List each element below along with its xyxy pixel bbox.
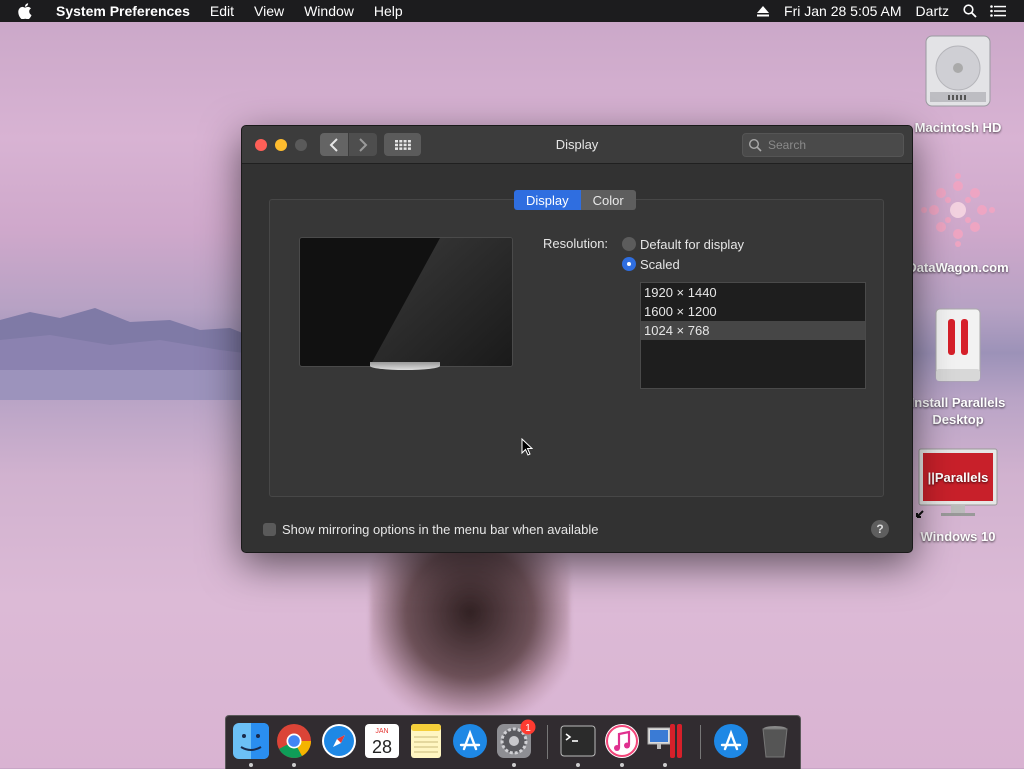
scaled-label[interactable]: Scaled [640,257,680,272]
help-button[interactable]: ? [871,520,889,538]
running-indicator [292,763,296,767]
svg-text:||Parallels: ||Parallels [928,470,989,485]
monitor-stand [370,362,440,370]
resolution-label: Resolution: [543,236,609,251]
spotlight-search-icon[interactable] [956,0,984,22]
display-preview [299,237,513,367]
trash-icon[interactable] [756,722,794,760]
menu-window[interactable]: Window [294,3,364,19]
monitor-icon [370,238,512,366]
mirroring-checkbox[interactable] [263,523,276,536]
chrome-icon[interactable] [275,722,313,760]
parallels-vm-icon: ||Parallels [916,448,998,518]
mouse-cursor-icon [521,438,533,456]
dock-separator [547,725,548,759]
resolution-item[interactable]: 1920 × 1440 [641,283,865,302]
dock-separator [700,725,701,759]
menu-clock[interactable]: Fri Jan 28 5:05 AM [777,3,909,19]
running-indicator [249,763,253,767]
desktop-icon-label: DataWagon.com [907,260,1009,275]
notification-badge: 1 [520,719,536,735]
hard-drive-icon [925,35,991,107]
calendar-month: JAN [375,728,388,735]
mountain-range [0,308,260,400]
dock: JAN 28 1 [225,715,801,769]
desktop-icon-label: Macintosh HD [914,120,1002,135]
app-store-icon[interactable] [451,722,489,760]
radio-default-for-display[interactable] [622,237,636,251]
terminal-icon[interactable] [559,722,597,760]
mirroring-label[interactable]: Show mirroring options in the menu bar w… [282,522,599,537]
badge-count: 1 [525,723,531,734]
tab-bar: Display Color [514,190,636,210]
calendar-day: 28 [372,737,392,757]
radio-scaled[interactable] [622,257,636,271]
menu-help[interactable]: Help [364,3,413,19]
search-input[interactable] [764,138,892,152]
resolution-item-selected[interactable]: 1024 × 768 [641,321,865,340]
running-indicator [663,763,667,767]
search-icon [748,138,762,152]
resolution-item[interactable]: 1600 × 1200 [641,302,865,321]
running-indicator [620,763,624,767]
notification-center-icon[interactable] [984,0,1012,22]
window-titlebar[interactable]: Display [242,126,912,164]
datawagon-icon [921,173,995,247]
itunes-icon[interactable] [603,722,641,760]
tab-color[interactable]: Color [580,190,636,210]
menu-bar: System Preferences Edit View Window Help… [0,0,1024,22]
running-indicator [512,763,516,767]
parallels-installer-icon [935,308,981,382]
parallels-icon[interactable] [646,722,684,760]
wallpaper-reflection [370,545,570,715]
notes-icon[interactable] [407,722,445,760]
eject-icon[interactable] [749,0,777,22]
calendar-icon[interactable]: JAN 28 [363,722,401,760]
menu-view[interactable]: View [244,3,294,19]
desktop-icon-label: Windows 10 [920,529,996,544]
desktop-icon-macintosh-hd[interactable]: Macintosh HD [903,30,1013,136]
desktop-icon-datawagon[interactable]: DataWagon.com [903,170,1013,276]
display-preferences-window: Display Display Color Resolution: Defaul… [241,125,913,553]
menu-edit[interactable]: Edit [200,3,244,19]
finder-icon[interactable] [232,722,270,760]
menu-user[interactable]: Dartz [909,3,956,19]
mirroring-option[interactable]: Show mirroring options in the menu bar w… [263,522,599,537]
running-indicator [576,763,580,767]
menu-app-name[interactable]: System Preferences [46,3,200,19]
tab-display[interactable]: Display [514,190,581,210]
desktop-icon-label: Install Parallels Desktop [910,395,1006,427]
desktop-icon-windows-10[interactable]: ||Parallels Windows 10 [903,447,1013,545]
desktop-icon-install-parallels[interactable]: Install Parallels Desktop [903,305,1013,428]
apple-logo-icon[interactable] [18,2,36,20]
app-store-downloads-icon[interactable] [712,722,750,760]
default-for-display-label[interactable]: Default for display [640,237,744,252]
search-field[interactable] [742,133,904,157]
resolution-list[interactable]: 1920 × 1440 1600 × 1200 1024 × 768 [640,282,866,389]
safari-icon[interactable] [320,722,358,760]
